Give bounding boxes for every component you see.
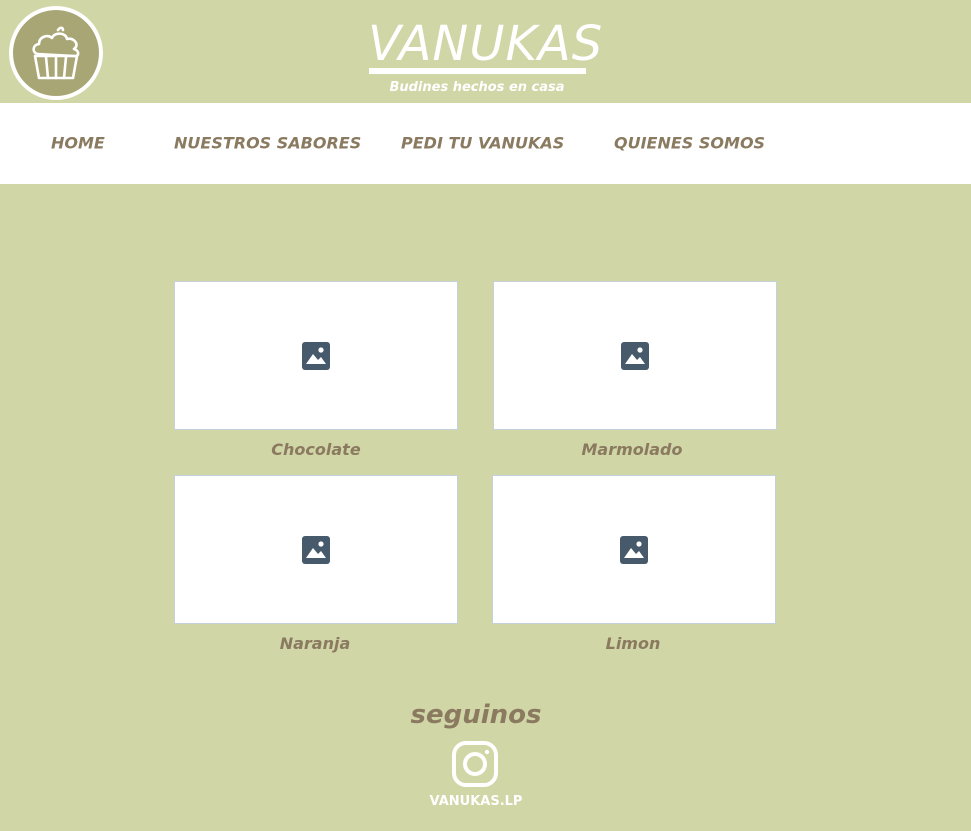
site-title: VANUKAS [368,16,604,72]
product-label-marmolado: Marmolado [581,440,683,459]
site-subtitle: Budines hechos en casa [389,80,565,95]
site-header: VANUKAS Budines hechos en casa [0,0,971,103]
follow-title: seguinos [410,700,542,730]
nav-item-home[interactable]: HOME [51,134,105,153]
cupcake-icon [32,26,80,80]
product-image-naranja[interactable] [174,475,458,624]
nav-item-nuestros-sabores[interactable]: NUESTROS SABORES [174,134,361,153]
logo[interactable] [9,6,103,100]
image-placeholder-icon [302,535,330,564]
image-placeholder-icon [621,341,649,370]
nav-item-quienes-somos[interactable]: QUIENES SOMOS [614,134,765,153]
product-label-chocolate: Chocolate [271,440,361,459]
product-image-limon[interactable] [492,475,776,624]
product-image-marmolado[interactable] [493,281,777,430]
product-label-naranja: Naranja [279,634,351,653]
product-image-chocolate[interactable] [174,281,458,430]
image-placeholder-icon [302,341,330,370]
instagram-icon[interactable] [451,740,499,788]
main-nav: HOME NUESTROS SABORES PEDI TU VANUKAS QU… [0,103,971,184]
product-label-limon: Limon [605,634,661,653]
image-placeholder-icon [620,535,648,564]
nav-item-pedi-tu-vanukas[interactable]: PEDI TU VANUKAS [401,134,564,153]
title-underline [369,68,586,74]
instagram-handle-link[interactable]: VANUKAS.LP [376,794,576,809]
